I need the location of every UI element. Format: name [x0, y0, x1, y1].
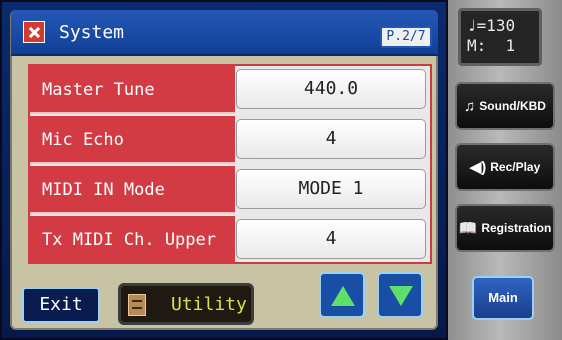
scroll-up-button[interactable]: [319, 272, 365, 318]
up-arrow-icon: [331, 286, 355, 306]
sound-kbd-label: Sound/KBD: [479, 99, 546, 113]
param-value-mic-echo[interactable]: 4: [236, 119, 426, 159]
main-screen: System P.2/7 Master Tune 440.0 Mic Echo …: [0, 0, 448, 340]
param-value-tx-midi-upper[interactable]: 4: [236, 219, 426, 259]
title-bar: System P.2/7: [11, 10, 438, 56]
right-panel: ♩=130 M: 1 ♫ Sound/KBD ◀) Rec/Play 📖 Reg…: [448, 0, 562, 340]
measure-value: M: 1: [467, 36, 516, 55]
music-note-icon: ♫: [464, 97, 476, 115]
book-icon: 📖: [458, 220, 478, 237]
tempo-display: ♩=130 M: 1: [458, 8, 542, 66]
utility-button[interactable]: Utility: [118, 283, 254, 325]
rec-play-label: Rec/Play: [490, 160, 541, 174]
param-value-master-tune[interactable]: 440.0: [236, 69, 426, 109]
param-row-tx-midi-upper: Tx MIDI Ch. Upper 4: [30, 216, 430, 264]
utility-icon: [128, 294, 146, 316]
param-row-mic-echo: Mic Echo 4: [30, 116, 430, 164]
param-label: Tx MIDI Ch. Upper: [30, 216, 235, 264]
down-arrow-icon: [389, 286, 413, 306]
scroll-down-button[interactable]: [377, 272, 423, 318]
system-icon: [23, 21, 45, 43]
param-value-midi-in-mode[interactable]: MODE 1: [236, 169, 426, 209]
registration-button[interactable]: 📖 Registration: [455, 204, 555, 252]
parameter-list: Master Tune 440.0 Mic Echo 4 MIDI IN Mod…: [28, 64, 432, 264]
sound-kbd-button[interactable]: ♫ Sound/KBD: [455, 82, 555, 130]
param-label: Master Tune: [30, 66, 235, 114]
param-row-master-tune: Master Tune 440.0: [30, 66, 430, 114]
utility-label: Utility: [171, 294, 247, 315]
exit-button[interactable]: Exit: [22, 287, 100, 323]
tempo-value: ♩=130: [467, 16, 516, 35]
rec-play-button[interactable]: ◀) Rec/Play: [455, 143, 555, 191]
registration-label: Registration: [481, 221, 552, 235]
param-label: Mic Echo: [30, 116, 235, 164]
param-label: MIDI IN Mode: [30, 166, 235, 214]
main-button[interactable]: Main: [472, 276, 534, 320]
page-title: System: [59, 22, 125, 43]
param-row-midi-in-mode: MIDI IN Mode MODE 1: [30, 166, 430, 214]
page-indicator: P.2/7: [380, 26, 432, 48]
speaker-icon: ◀): [469, 159, 487, 176]
